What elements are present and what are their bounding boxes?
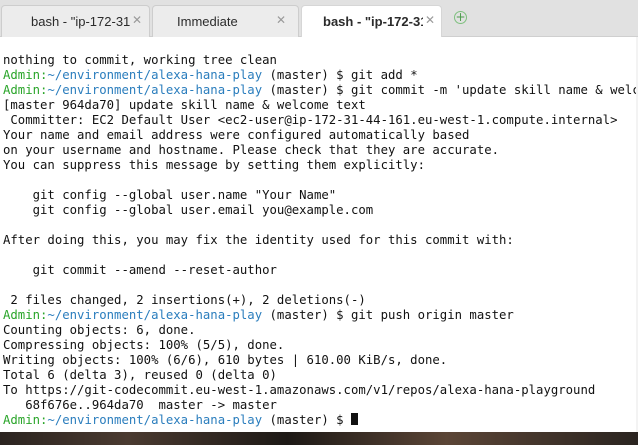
prompt-path: ~/environment/alexa-hana-play bbox=[47, 413, 263, 427]
desktop-background bbox=[0, 432, 638, 445]
terminal-line: git config --global user.email you@examp… bbox=[3, 203, 638, 218]
terminal-line-text: Counting objects: 6, done. bbox=[3, 323, 196, 337]
terminal-output[interactable]: Your branch is up to date with 'origin/m… bbox=[0, 37, 638, 432]
terminal-line: To https://git-codecommit.eu-west-1.amaz… bbox=[3, 383, 638, 398]
terminal-line-text: git config --global user.email you@examp… bbox=[3, 203, 374, 217]
terminal-line: You can suppress this message by setting… bbox=[3, 158, 638, 173]
prompt-user: Admin: bbox=[3, 83, 48, 97]
close-icon[interactable]: ✕ bbox=[132, 12, 142, 28]
terminal-line-text: 68f676e..964da70 master -> master bbox=[3, 398, 277, 412]
prompt-command: (master) $ git push origin master bbox=[262, 308, 514, 322]
terminal-line-text: To https://git-codecommit.eu-west-1.amaz… bbox=[3, 383, 596, 397]
terminal-line-text: on your username and hostname. Please ch… bbox=[3, 143, 500, 157]
terminal-line-text: nothing to commit, working tree clean bbox=[3, 53, 277, 67]
tab-label: bash - "ip-172-31 bbox=[323, 14, 423, 29]
tab-bash-1[interactable]: bash - "ip-172-31 ✕ bbox=[1, 5, 150, 37]
terminal-line: Committer: EC2 Default User <ec2-user@ip… bbox=[3, 113, 638, 128]
ide-terminal-window: bash - "ip-172-31 ✕ Immediate ✕ bash - "… bbox=[0, 0, 638, 445]
tab-immediate[interactable]: Immediate ✕ bbox=[152, 5, 299, 37]
tab-bash-2[interactable]: bash - "ip-172-31 ✕ bbox=[301, 5, 442, 38]
terminal-line: 68f676e..964da70 master -> master bbox=[3, 398, 638, 413]
terminal-text: Your branch is up to date with 'origin/m… bbox=[3, 37, 638, 428]
terminal-prompt-line: Admin:~/environment/alexa-hana-play (mas… bbox=[3, 413, 638, 428]
terminal-line-text: [master 964da70] update skill name & wel… bbox=[3, 98, 366, 112]
terminal-prompt-line: Admin:~/environment/alexa-hana-play (mas… bbox=[3, 308, 638, 323]
prompt-user: Admin: bbox=[3, 308, 48, 322]
terminal-line-text: After doing this, you may fix the identi… bbox=[3, 233, 514, 247]
terminal-line: Writing objects: 100% (6/6), 610 bytes |… bbox=[3, 353, 638, 368]
prompt-path: ~/environment/alexa-hana-play bbox=[47, 68, 263, 82]
prompt-command: (master) $ bbox=[262, 413, 351, 427]
terminal-line: git config --global user.name "Your Name… bbox=[3, 188, 638, 203]
terminal-line-text: Your name and email address were configu… bbox=[3, 128, 470, 142]
terminal-line: After doing this, you may fix the identi… bbox=[3, 233, 638, 248]
tab-label: bash - "ip-172-31 bbox=[31, 14, 131, 29]
add-tab-icon[interactable]: + bbox=[454, 11, 467, 24]
terminal-line: nothing to commit, working tree clean bbox=[3, 53, 638, 68]
prompt-user: Admin: bbox=[3, 68, 48, 82]
terminal-line: Total 6 (delta 3), reused 0 (delta 0) bbox=[3, 368, 638, 383]
terminal-line-text: git commit --amend --reset-author bbox=[3, 263, 277, 277]
prompt-path: ~/environment/alexa-hana-play bbox=[47, 308, 263, 322]
prompt-command: (master) $ git add * bbox=[262, 68, 418, 82]
terminal-line: Compressing objects: 100% (5/5), done. bbox=[3, 338, 638, 353]
terminal-line: on your username and hostname. Please ch… bbox=[3, 143, 638, 158]
tab-bar: bash - "ip-172-31 ✕ Immediate ✕ bash - "… bbox=[0, 0, 638, 38]
terminal-line: Your name and email address were configu… bbox=[3, 128, 638, 143]
prompt-path: ~/environment/alexa-hana-play bbox=[47, 83, 263, 97]
close-icon[interactable]: ✕ bbox=[276, 12, 286, 28]
terminal-line-text: You can suppress this message by setting… bbox=[3, 158, 425, 172]
close-icon[interactable]: ✕ bbox=[425, 12, 435, 28]
terminal-prompt-line: Admin:~/environment/alexa-hana-play (mas… bbox=[3, 68, 638, 83]
terminal-line-text: git config --global user.name "Your Name… bbox=[3, 188, 337, 202]
prompt-command: (master) $ git commit -m 'update skill n… bbox=[269, 83, 638, 97]
terminal-line: 2 files changed, 2 insertions(+), 2 dele… bbox=[3, 293, 638, 308]
terminal-line: Counting objects: 6, done. bbox=[3, 323, 638, 338]
terminal-line-text: Writing objects: 100% (6/6), 610 bytes |… bbox=[3, 353, 448, 367]
tab-label: Immediate bbox=[177, 14, 238, 29]
terminal-cursor bbox=[350, 413, 358, 425]
terminal-line: git commit --amend --reset-author bbox=[3, 263, 638, 278]
terminal-line-text: Total 6 (delta 3), reused 0 (delta 0) bbox=[3, 368, 277, 382]
terminal-line-text: Committer: EC2 Default User <ec2-user@ip… bbox=[3, 113, 618, 127]
prompt-user: Admin: bbox=[3, 413, 48, 427]
terminal-line: [master 964da70] update skill name & wel… bbox=[3, 98, 638, 113]
terminal-line-text: 2 files changed, 2 insertions(+), 2 dele… bbox=[3, 293, 366, 307]
terminal-prompt-line: Admin:~/environment/alexa-hana-play (mas… bbox=[3, 83, 638, 98]
terminal-line-text: Compressing objects: 100% (5/5), done. bbox=[3, 338, 285, 352]
